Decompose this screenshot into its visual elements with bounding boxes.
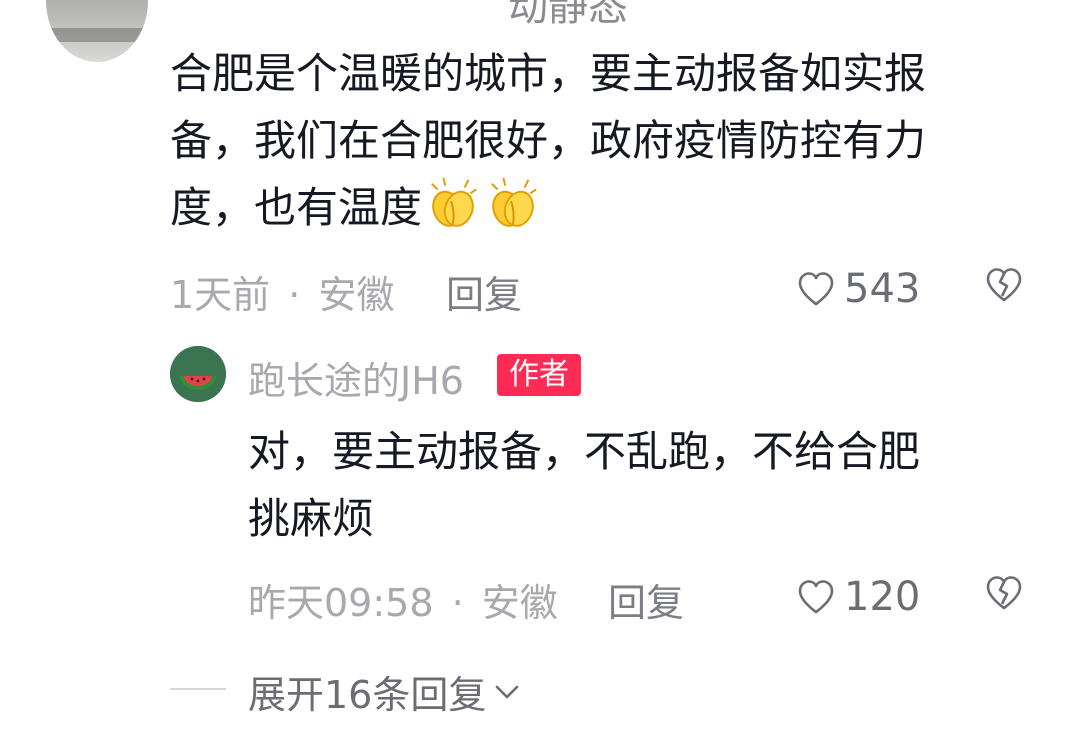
comment-meta: 1天前 · 安徽 <box>170 264 394 319</box>
reply-text-line: 挑麻烦 <box>248 494 375 543</box>
reply-text-line: 对，要主动报备，不乱跑，不给合肥 <box>248 427 921 476</box>
like-button[interactable]: 543 <box>796 266 920 312</box>
like-count: 120 <box>844 574 921 620</box>
clapping-hands-emoji-icon <box>431 177 477 227</box>
reply-button[interactable]: 回复 <box>446 264 522 319</box>
heart-outline-icon <box>798 580 834 614</box>
expand-replies-button[interactable]: 展开16条回复 <box>248 664 522 719</box>
expand-divider <box>170 688 226 690</box>
watermelon-avatar-icon <box>170 346 226 402</box>
comment-text-line-end: 度，也有温度 <box>170 183 423 232</box>
heart-outline-icon <box>798 272 834 306</box>
clapping-hands-emoji-icon <box>491 177 537 227</box>
reply-like-button[interactable]: 120 <box>796 574 920 620</box>
like-count: 543 <box>844 266 921 312</box>
broken-heart-icon[interactable] <box>984 266 1024 304</box>
chevron-down-icon <box>496 685 519 698</box>
previous-comment-username[interactable]: 动静态 <box>508 0 628 32</box>
comment-text: 合肥是个温暖的城市，要主动报备如实报 备，我们在合肥很好，政府疫情防控有力 度，… <box>170 40 1040 241</box>
meta-separator: · <box>288 273 301 317</box>
reply-meta: 昨天09:58 · 安徽 <box>248 572 558 627</box>
broken-heart-icon[interactable] <box>984 574 1024 612</box>
comment-text-line: 度，也有温度 <box>170 174 1040 241</box>
meta-separator: · <box>451 581 464 625</box>
avatar[interactable] <box>46 0 148 62</box>
reply-text: 对，要主动报备，不乱跑，不给合肥 挑麻烦 <box>248 418 1048 552</box>
comment-location: 安徽 <box>318 273 395 317</box>
reply-location: 安徽 <box>481 581 558 625</box>
comment-text-line: 备，我们在合肥很好，政府疫情防控有力 <box>170 116 927 165</box>
reply-avatar[interactable] <box>170 346 226 402</box>
reply-reply-button[interactable]: 回复 <box>608 572 684 627</box>
author-badge: 作者 <box>497 354 581 396</box>
reply-time: 昨天09:58 <box>248 581 434 625</box>
comment-time: 1天前 <box>170 273 271 317</box>
reply-username[interactable]: 跑长途的JH6 <box>248 350 464 405</box>
expand-replies-label: 展开16条回复 <box>248 673 487 717</box>
comment-text-line: 合肥是个温暖的城市，要主动报备如实报 <box>170 49 927 98</box>
